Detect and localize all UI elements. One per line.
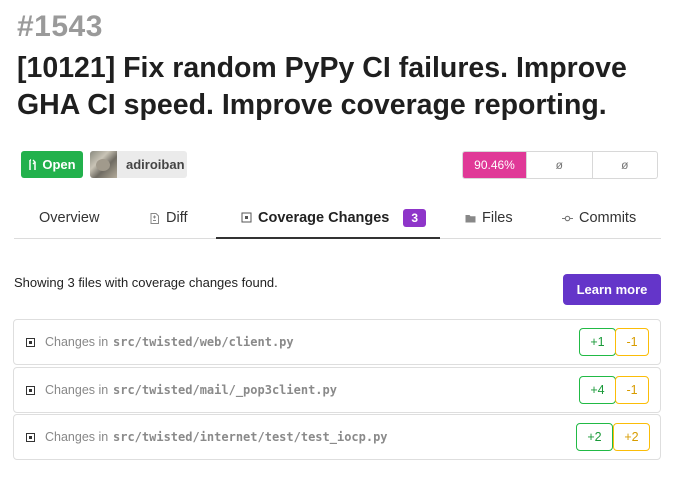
coverage-diff-cell: ø [591, 152, 658, 178]
file-coverage-icon [26, 338, 35, 347]
tab-diff-label: Diff [166, 210, 188, 226]
tab-bar: Overview Diff Coverage Changes 3 Files C… [14, 198, 661, 239]
coverage-decrease-badge: +2 [613, 423, 650, 451]
author-name[interactable]: adiroiban [126, 157, 185, 172]
tab-overview[interactable]: Overview [39, 198, 99, 238]
tab-coverage-changes-label: Coverage Changes [258, 209, 390, 226]
pr-title: [10121] Fix random PyPy CI failures. Imp… [17, 52, 627, 121]
commit-icon [562, 215, 573, 221]
pr-state-badge: Open [21, 151, 83, 178]
tab-overview-label: Overview [39, 210, 100, 226]
pr-number: #1543 [17, 10, 103, 43]
file-path[interactable]: src/twisted/mail/_pop3client.py [113, 383, 337, 397]
file-row[interactable]: Changes in src/twisted/mail/_pop3client.… [13, 367, 661, 413]
coverage-percent: 90.46% [463, 152, 526, 178]
coverage-increase-badge: +4 [579, 376, 616, 404]
pr-state-label: Open [42, 157, 76, 172]
file-path[interactable]: src/twisted/web/client.py [113, 335, 294, 349]
file-path[interactable]: src/twisted/internet/test/test_iocp.py [113, 430, 388, 444]
tab-files-label: Files [482, 210, 513, 226]
file-row[interactable]: Changes in src/twisted/internet/test/tes… [13, 414, 661, 460]
coverage-summary-text: Showing 3 files with coverage changes fo… [14, 275, 278, 290]
tab-count-badge: 3 [403, 208, 427, 227]
coverage-icon [241, 212, 252, 223]
file-diff-icon [150, 212, 159, 224]
avatar [90, 151, 117, 178]
tab-coverage-changes[interactable]: Coverage Changes 3 [216, 198, 440, 239]
file-coverage-icon [26, 386, 35, 395]
file-coverage-icon [26, 433, 35, 442]
folder-icon [465, 214, 476, 222]
file-row-label: Changes in [45, 335, 109, 349]
coverage-increase-badge: +1 [579, 328, 616, 356]
coverage-summary: 90.46% ø ø [462, 151, 658, 179]
author-chip[interactable]: adiroiban [90, 151, 187, 178]
tab-commits[interactable]: Commits [562, 198, 636, 238]
coverage-change-cell: ø [526, 152, 592, 178]
tab-files[interactable]: Files [465, 198, 513, 238]
coverage-decrease-badge: -1 [615, 376, 649, 404]
file-row-label: Changes in [45, 430, 109, 444]
coverage-increase-badge: +2 [576, 423, 613, 451]
tab-diff[interactable]: Diff [149, 198, 188, 238]
pull-request-icon [29, 158, 37, 170]
coverage-decrease-badge: -1 [615, 328, 649, 356]
file-row-label: Changes in [45, 383, 109, 397]
tab-commits-label: Commits [579, 210, 637, 226]
learn-more-button[interactable]: Learn more [563, 274, 661, 305]
file-row[interactable]: Changes in src/twisted/web/client.py +1 … [13, 319, 661, 365]
